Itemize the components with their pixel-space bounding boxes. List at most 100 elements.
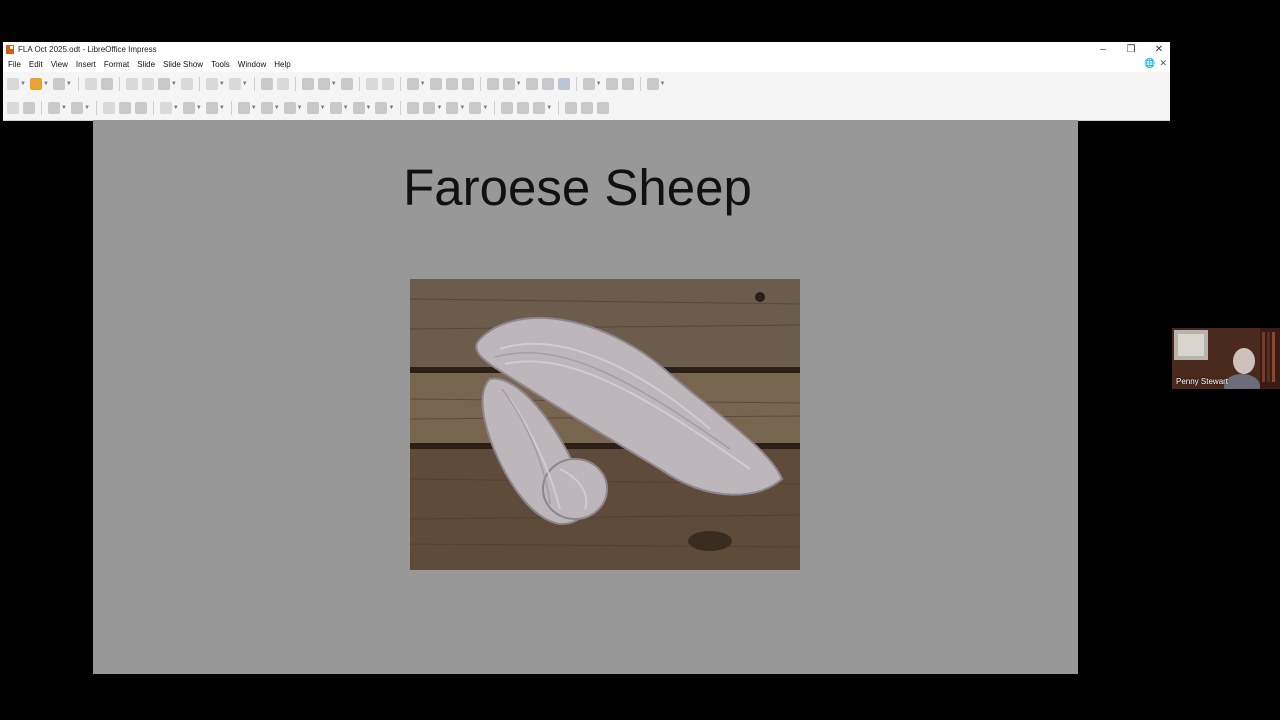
menu-slide-show[interactable]: Slide Show [159, 60, 207, 69]
redo-dropdown-icon[interactable]: ▼ [242, 81, 248, 87]
new-icon[interactable] [7, 78, 19, 90]
toggle-extrusion-icon[interactable] [597, 102, 610, 114]
flowchart-icon[interactable] [306, 102, 319, 114]
basic-shapes-icon[interactable] [237, 102, 250, 114]
slide-layout-icon[interactable] [340, 78, 353, 90]
stars-icon[interactable] [352, 102, 365, 114]
find-replace-icon[interactable] [260, 78, 273, 90]
new-slide-icon[interactable] [605, 78, 618, 90]
slide-transition-dropdown-icon[interactable]: ▼ [660, 81, 666, 87]
print-icon[interactable] [100, 78, 113, 90]
cut-icon[interactable] [125, 78, 138, 90]
menu-format[interactable]: Format [100, 60, 133, 69]
menu-edit[interactable]: Edit [25, 60, 47, 69]
lines-arrows-dropdown-icon[interactable]: ▼ [173, 105, 179, 111]
paste-dropdown-icon[interactable]: ▼ [171, 81, 177, 87]
callouts-icon[interactable] [329, 102, 342, 114]
start-first-slide-icon[interactable] [365, 78, 378, 90]
start-current-slide-icon[interactable] [381, 78, 394, 90]
master-slide-dropdown-icon[interactable]: ▼ [331, 81, 337, 87]
restore-button[interactable]: ❐ [1126, 44, 1136, 55]
hyperlink-icon[interactable] [541, 78, 554, 90]
paste-icon[interactable] [157, 78, 170, 90]
special-character-dropdown-icon[interactable]: ▼ [516, 81, 522, 87]
table-dropdown-icon[interactable]: ▼ [420, 81, 426, 87]
globe-icon[interactable]: 🌐 [1144, 58, 1155, 69]
symbol-shapes-icon[interactable] [260, 102, 273, 114]
master-slide-icon[interactable] [317, 78, 330, 90]
filter-dropdown-icon[interactable]: ▼ [546, 105, 552, 111]
3d-objects-icon[interactable] [375, 102, 388, 114]
filter-icon[interactable] [533, 102, 546, 114]
curves-icon[interactable] [182, 102, 195, 114]
open-dropdown-icon[interactable]: ▼ [43, 81, 49, 87]
undo-dropdown-icon[interactable]: ▼ [219, 81, 225, 87]
special-character-icon[interactable] [502, 78, 515, 90]
save-dropdown-icon[interactable]: ▼ [66, 81, 72, 87]
zoom-icon[interactable] [23, 102, 35, 114]
select-arrow-icon[interactable] [7, 102, 19, 114]
arrange-icon[interactable] [446, 102, 459, 114]
media-icon[interactable] [445, 78, 458, 90]
redo-icon[interactable] [228, 78, 241, 90]
table-icon[interactable] [406, 78, 419, 90]
display-views-dropdown-icon[interactable]: ▼ [596, 81, 602, 87]
points-icon[interactable] [565, 102, 578, 114]
fill-color-icon[interactable] [70, 102, 83, 114]
line-icon[interactable] [102, 102, 115, 114]
yarn-skein-photo[interactable] [410, 279, 800, 570]
open-folder-icon[interactable] [29, 78, 42, 90]
close-document-icon[interactable]: ✕ [1159, 58, 1167, 69]
undo-icon[interactable] [205, 78, 218, 90]
line-color-icon[interactable] [48, 102, 60, 114]
menu-view[interactable]: View [47, 60, 72, 69]
symbol-shapes-dropdown-icon[interactable]: ▼ [274, 105, 280, 111]
curves-dropdown-icon[interactable]: ▼ [196, 105, 202, 111]
fontwork-icon[interactable] [525, 78, 538, 90]
image-icon[interactable] [429, 78, 442, 90]
basic-shapes-dropdown-icon[interactable]: ▼ [251, 105, 257, 111]
menu-help[interactable]: Help [270, 60, 294, 69]
slide-transition-icon[interactable] [646, 78, 659, 90]
connectors-icon[interactable] [205, 102, 218, 114]
menu-file[interactable]: File [3, 60, 25, 69]
callouts-dropdown-icon[interactable]: ▼ [343, 105, 349, 111]
menu-slide[interactable]: Slide [133, 60, 159, 69]
block-arrows-icon[interactable] [283, 102, 296, 114]
minimize-button[interactable]: – [1098, 44, 1108, 55]
chart-icon[interactable] [461, 78, 474, 90]
connectors-dropdown-icon[interactable]: ▼ [219, 105, 225, 111]
copy-icon[interactable] [141, 78, 154, 90]
align-dropdown-icon[interactable]: ▼ [436, 105, 442, 111]
glue-points-icon[interactable] [581, 102, 594, 114]
shadow-icon[interactable] [501, 102, 514, 114]
text-box-icon[interactable] [486, 78, 499, 90]
display-views-icon[interactable] [582, 78, 595, 90]
slide-canvas[interactable]: Faroese Sheep [93, 120, 1078, 674]
rotate-icon[interactable] [407, 102, 420, 114]
crop-icon[interactable] [517, 102, 530, 114]
normal-view-icon[interactable] [301, 78, 314, 90]
rectangle-icon[interactable] [118, 102, 131, 114]
arrange-dropdown-icon[interactable]: ▼ [459, 105, 465, 111]
slide-title[interactable]: Faroese Sheep [85, 158, 1070, 217]
clone-formatting-icon[interactable] [180, 78, 193, 90]
flowchart-dropdown-icon[interactable]: ▼ [320, 105, 326, 111]
3d-objects-dropdown-icon[interactable]: ▼ [388, 105, 394, 111]
align-icon[interactable] [423, 102, 436, 114]
export-pdf-icon[interactable] [84, 78, 97, 90]
participant-video-tile[interactable]: Penny Stewart [1172, 328, 1280, 389]
spelling-icon[interactable] [276, 78, 289, 90]
block-arrows-dropdown-icon[interactable]: ▼ [297, 105, 303, 111]
duplicate-slide-icon[interactable] [621, 78, 634, 90]
menu-tools[interactable]: Tools [207, 60, 234, 69]
lines-arrows-icon[interactable] [159, 102, 172, 114]
line-color-dropdown-icon[interactable]: ▼ [61, 105, 67, 111]
fill-color-dropdown-icon[interactable]: ▼ [84, 105, 90, 111]
menu-window[interactable]: Window [234, 60, 270, 69]
save-icon[interactable] [52, 78, 65, 90]
stars-dropdown-icon[interactable]: ▼ [366, 105, 372, 111]
close-window-button[interactable]: ✕ [1154, 44, 1164, 55]
ellipse-icon[interactable] [134, 102, 147, 114]
interaction-icon[interactable] [557, 78, 570, 90]
